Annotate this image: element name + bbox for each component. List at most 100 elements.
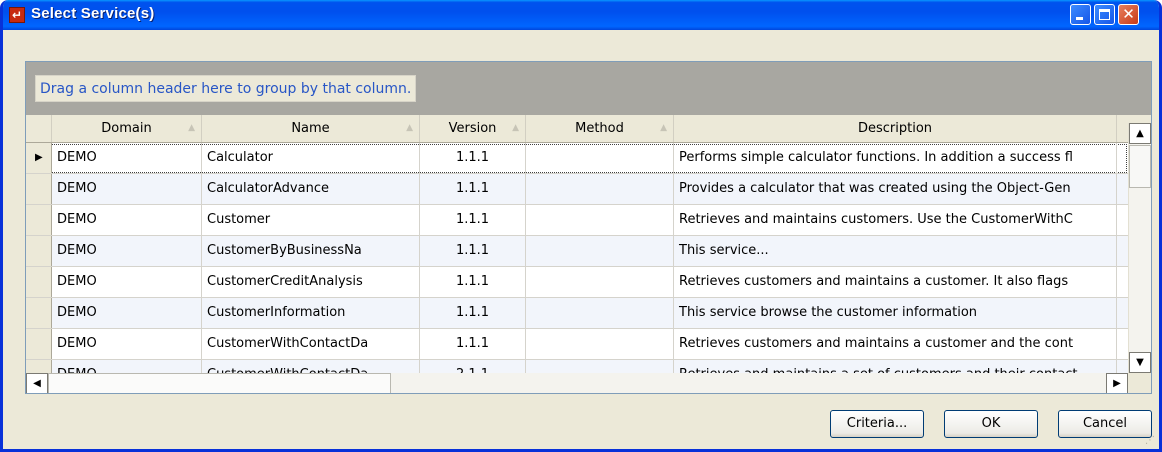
- row-selector[interactable]: [26, 174, 52, 204]
- column-header-version[interactable]: Version ▲: [420, 115, 526, 142]
- group-by-hint: Drag a column header here to group by th…: [35, 75, 417, 102]
- horizontal-scrollbar[interactable]: ◀ ▶: [26, 373, 1128, 393]
- cell-description[interactable]: Performs simple calculator functions. In…: [674, 143, 1117, 173]
- arrow-left-icon: ◀: [33, 378, 41, 389]
- column-header-label: Domain: [101, 121, 152, 136]
- cell-method[interactable]: [526, 205, 674, 235]
- cell-domain[interactable]: DEMO: [52, 174, 202, 204]
- cell-version[interactable]: 1.1.1: [420, 143, 526, 173]
- cell-description[interactable]: Retrieves customers and maintains a cust…: [674, 267, 1117, 297]
- column-header-name[interactable]: Name ▲: [202, 115, 420, 142]
- arrow-up-icon: ▲: [1136, 128, 1144, 139]
- cell-domain[interactable]: DEMO: [52, 143, 202, 173]
- cell-method[interactable]: [526, 267, 674, 297]
- row-selector[interactable]: [26, 267, 52, 297]
- sort-indicator-icon: ▲: [406, 123, 413, 133]
- cell-description[interactable]: Retrieves customers and maintains a cust…: [674, 329, 1117, 359]
- cell-method[interactable]: [526, 143, 674, 173]
- cell-domain[interactable]: DEMO: [52, 360, 202, 373]
- cell-description[interactable]: Provides a calculator that was created u…: [674, 174, 1117, 204]
- column-header-domain[interactable]: Domain ▲: [52, 115, 202, 142]
- cell-version[interactable]: 1.1.1: [420, 205, 526, 235]
- scroll-right-button[interactable]: ▶: [1106, 373, 1128, 393]
- title-bar[interactable]: ↵ Select Service(s) ✕: [3, 0, 1159, 30]
- row-selector[interactable]: [26, 205, 52, 235]
- services-grid[interactable]: Drag a column header here to group by th…: [25, 61, 1152, 394]
- cell-name[interactable]: CustomerInformation: [202, 298, 420, 328]
- table-row[interactable]: DEMO CustomerWithContactDa 1.1.1 Retriev…: [26, 329, 1128, 360]
- horizontal-scroll-thumb[interactable]: [48, 373, 391, 393]
- table-row[interactable]: DEMO CustomerWithContactDa 2.1.1 Retriev…: [26, 360, 1128, 373]
- cell-version[interactable]: 1.1.1: [420, 174, 526, 204]
- scroll-left-button[interactable]: ◀: [26, 373, 48, 393]
- criteria-button[interactable]: Criteria...: [830, 410, 924, 438]
- table-row[interactable]: DEMO CustomerByBusinessNa 1.1.1 This ser…: [26, 236, 1128, 267]
- cell-method[interactable]: [526, 174, 674, 204]
- cell-domain[interactable]: DEMO: [52, 329, 202, 359]
- cell-version[interactable]: 2.1.1: [420, 360, 526, 373]
- vertical-scroll-thumb[interactable]: [1129, 145, 1151, 188]
- cell-domain[interactable]: DEMO: [52, 298, 202, 328]
- cancel-button[interactable]: Cancel: [1058, 410, 1152, 438]
- vertical-scrollbar[interactable]: ▲ ▼: [1128, 123, 1151, 373]
- column-header-label: Name: [291, 121, 330, 136]
- cell-name[interactable]: CustomerWithContactDa: [202, 329, 420, 359]
- maximize-button[interactable]: [1094, 4, 1115, 25]
- cell-method[interactable]: [526, 236, 674, 266]
- minimize-button[interactable]: [1070, 4, 1091, 25]
- cell-version[interactable]: 1.1.1: [420, 236, 526, 266]
- cell-domain[interactable]: DEMO: [52, 267, 202, 297]
- table-row[interactable]: DEMO Customer 1.1.1 Retrieves and mainta…: [26, 205, 1128, 236]
- column-header-description[interactable]: Description: [674, 115, 1117, 142]
- cell-name[interactable]: CustomerWithContactDa: [202, 360, 420, 373]
- arrow-down-icon: ▼: [1136, 357, 1144, 368]
- cell-domain[interactable]: DEMO: [52, 236, 202, 266]
- minimize-icon: [1076, 17, 1083, 20]
- group-by-panel[interactable]: Drag a column header here to group by th…: [26, 62, 1151, 115]
- cell-name[interactable]: Customer: [202, 205, 420, 235]
- cell-method[interactable]: [526, 329, 674, 359]
- row-selector[interactable]: ▶: [26, 143, 52, 173]
- cell-name[interactable]: CustomerCreditAnalysis: [202, 267, 420, 297]
- row-selector[interactable]: [26, 298, 52, 328]
- grid-rows: ▶ DEMO Calculator 1.1.1 Performs simple …: [26, 143, 1128, 373]
- ok-button[interactable]: OK: [944, 410, 1038, 438]
- close-button[interactable]: ✕: [1118, 4, 1139, 25]
- cell-method[interactable]: [526, 360, 674, 373]
- close-icon: ✕: [1122, 5, 1135, 23]
- column-header-method[interactable]: Method ▲: [526, 115, 674, 142]
- column-header-label: Method: [575, 121, 624, 136]
- row-selector[interactable]: [26, 329, 52, 359]
- resize-grip-icon[interactable]: ⋰: [1145, 435, 1157, 447]
- cell-method[interactable]: [526, 298, 674, 328]
- cell-description[interactable]: Retrieves and maintains customers. Use t…: [674, 205, 1117, 235]
- table-row[interactable]: ▶ DEMO Calculator 1.1.1 Performs simple …: [26, 143, 1128, 174]
- table-row[interactable]: DEMO CustomerCreditAnalysis 1.1.1 Retrie…: [26, 267, 1128, 298]
- cell-name[interactable]: Calculator: [202, 143, 420, 173]
- cell-description[interactable]: Retrieves and maintains a set of custome…: [674, 360, 1117, 373]
- column-header-label: Description: [857, 121, 933, 136]
- cell-name[interactable]: CustomerByBusinessNa: [202, 236, 420, 266]
- maximize-icon: [1099, 9, 1110, 20]
- scroll-down-button[interactable]: ▼: [1129, 352, 1151, 373]
- arrow-right-icon: ▶: [1113, 378, 1121, 389]
- scrollbar-corner: [1128, 373, 1151, 393]
- row-selector[interactable]: [26, 236, 52, 266]
- sort-indicator-icon: ▲: [188, 123, 195, 133]
- cell-name[interactable]: CalculatorAdvance: [202, 174, 420, 204]
- scroll-up-button[interactable]: ▲: [1129, 123, 1151, 144]
- column-header-filler: [1117, 115, 1128, 142]
- column-header-label: Version: [448, 121, 497, 136]
- cell-description[interactable]: This service...: [674, 236, 1117, 266]
- table-row[interactable]: DEMO CustomerInformation 1.1.1 This serv…: [26, 298, 1128, 329]
- cell-version[interactable]: 1.1.1: [420, 267, 526, 297]
- cell-version[interactable]: 1.1.1: [420, 329, 526, 359]
- current-row-icon: ▶: [35, 152, 43, 163]
- cell-version[interactable]: 1.1.1: [420, 298, 526, 328]
- cell-domain[interactable]: DEMO: [52, 205, 202, 235]
- sort-indicator-icon: ▲: [512, 123, 519, 133]
- row-selector-header: [26, 115, 52, 142]
- row-selector[interactable]: [26, 360, 52, 373]
- table-row[interactable]: DEMO CalculatorAdvance 1.1.1 Provides a …: [26, 174, 1128, 205]
- cell-description[interactable]: This service browse the customer informa…: [674, 298, 1117, 328]
